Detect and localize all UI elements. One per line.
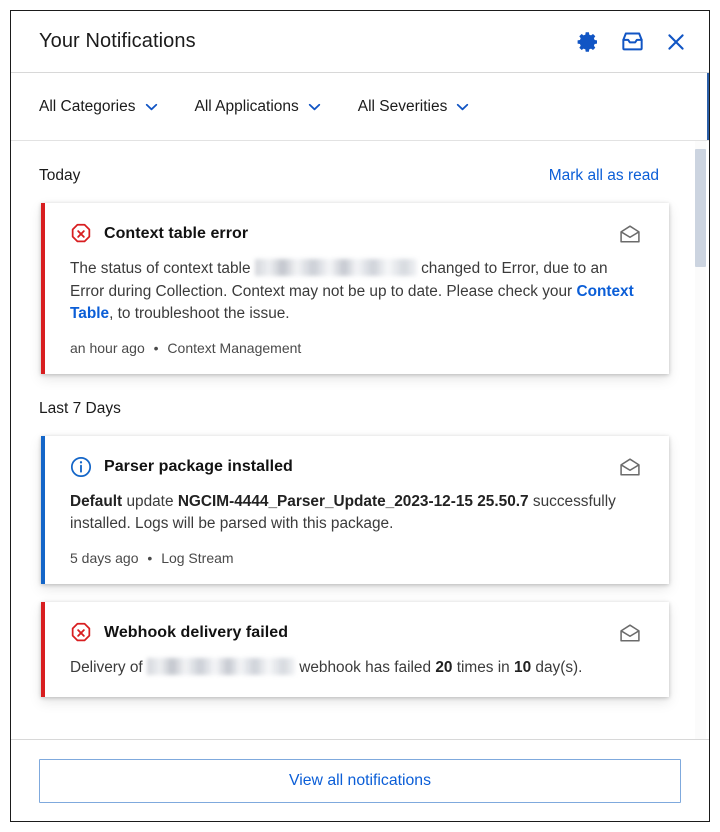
error-octagon-icon (71, 622, 91, 641)
chevron-down-icon (145, 103, 157, 110)
meta-separator: • (147, 549, 153, 566)
severity-accent-bar (41, 203, 45, 374)
envelope-open-icon[interactable] (619, 225, 641, 243)
redacted-text (146, 657, 295, 675)
notifications-list: Today Mark all as read Context table err… (11, 141, 709, 739)
redacted-text (254, 259, 417, 276)
filter-all-severities-label: All Severities (357, 97, 448, 115)
notifications-scroll-area[interactable]: Today Mark all as read Context table err… (11, 141, 709, 739)
envelope-open-icon[interactable] (619, 623, 641, 642)
filter-all-severities[interactable]: All Severities (358, 98, 470, 116)
chevron-down-icon (308, 103, 320, 110)
notification-card-header: Context table error (70, 223, 641, 245)
emphasis-text: 20 (435, 658, 453, 676)
inline-link[interactable]: Context Table (70, 283, 634, 323)
filter-bar: All Categories All Applications All Seve… (11, 73, 709, 141)
notification-card-header: Webhook delivery failed (70, 622, 641, 644)
emphasis-text: NGCIM-4444_Parser_Update_2023-12-15 25.5… (177, 492, 529, 510)
panel-header: Your Notifications (11, 11, 709, 73)
section-title: Last 7 Days (39, 399, 121, 417)
filter-bar-edge-marker (707, 73, 709, 140)
notification-meta: 5 days ago • Log Stream (70, 550, 641, 566)
envelope-open-icon[interactable] (619, 457, 641, 476)
filter-all-applications[interactable]: All Applications (195, 98, 321, 116)
section-header-last-7-days: Last 7 Days (11, 374, 709, 418)
emphasis-text: 10 (514, 658, 532, 676)
severity-accent-bar (41, 601, 45, 697)
header-actions (575, 29, 689, 55)
notification-source: Log Stream (161, 549, 234, 566)
page-title: Your Notifications (39, 30, 196, 52)
notification-time: an hour ago (70, 339, 145, 356)
filter-all-categories-label: All Categories (39, 97, 136, 115)
notification-meta: an hour ago • Context Management (70, 340, 641, 356)
notification-body: Delivery of webhook has failed 20 times … (70, 657, 583, 676)
meta-separator: • (153, 339, 159, 356)
notification-time: 5 days ago (70, 549, 139, 566)
filter-all-categories[interactable]: All Categories (39, 98, 158, 116)
settings-gear-icon[interactable] (575, 29, 601, 55)
filter-all-applications-label: All Applications (194, 97, 299, 115)
emphasis-text: Default (70, 492, 123, 510)
notification-title: Parser package installed (104, 457, 293, 475)
scrollbar-track[interactable] (695, 141, 706, 739)
section-header-today: Today Mark all as read (11, 141, 709, 185)
inbox-icon[interactable] (619, 29, 645, 55)
close-icon[interactable] (663, 29, 689, 55)
error-octagon-icon (71, 223, 91, 243)
notification-body: Default update NGCIM-4444_Parser_Update_… (70, 492, 616, 533)
severity-accent-bar (41, 435, 45, 584)
mark-all-as-read-link[interactable]: Mark all as read (549, 167, 659, 185)
info-circle-icon (70, 456, 92, 477)
notification-card-header: Parser package installed (70, 456, 641, 478)
chevron-down-icon (457, 103, 469, 110)
notification-card[interactable]: Webhook delivery failed Delivery of webh… (41, 601, 669, 697)
scrollbar-thumb[interactable] (695, 149, 706, 267)
notifications-panel: Your Notifications All Categories All Ap… (10, 10, 710, 822)
notification-source: Context Management (167, 339, 302, 356)
notification-title: Webhook delivery failed (104, 623, 289, 641)
section-title: Today (39, 167, 81, 184)
notifications-screen: Your Notifications All Categories All Ap… (0, 0, 720, 832)
notification-title: Context table error (104, 225, 249, 242)
notification-body: The status of context table changed to E… (70, 259, 634, 323)
panel-footer: View all notifications (11, 739, 709, 821)
notification-card[interactable]: Context table error The status of contex… (41, 203, 669, 374)
notification-card[interactable]: Parser package installed Default update … (41, 435, 669, 584)
view-all-notifications-button[interactable]: View all notifications (39, 758, 681, 803)
